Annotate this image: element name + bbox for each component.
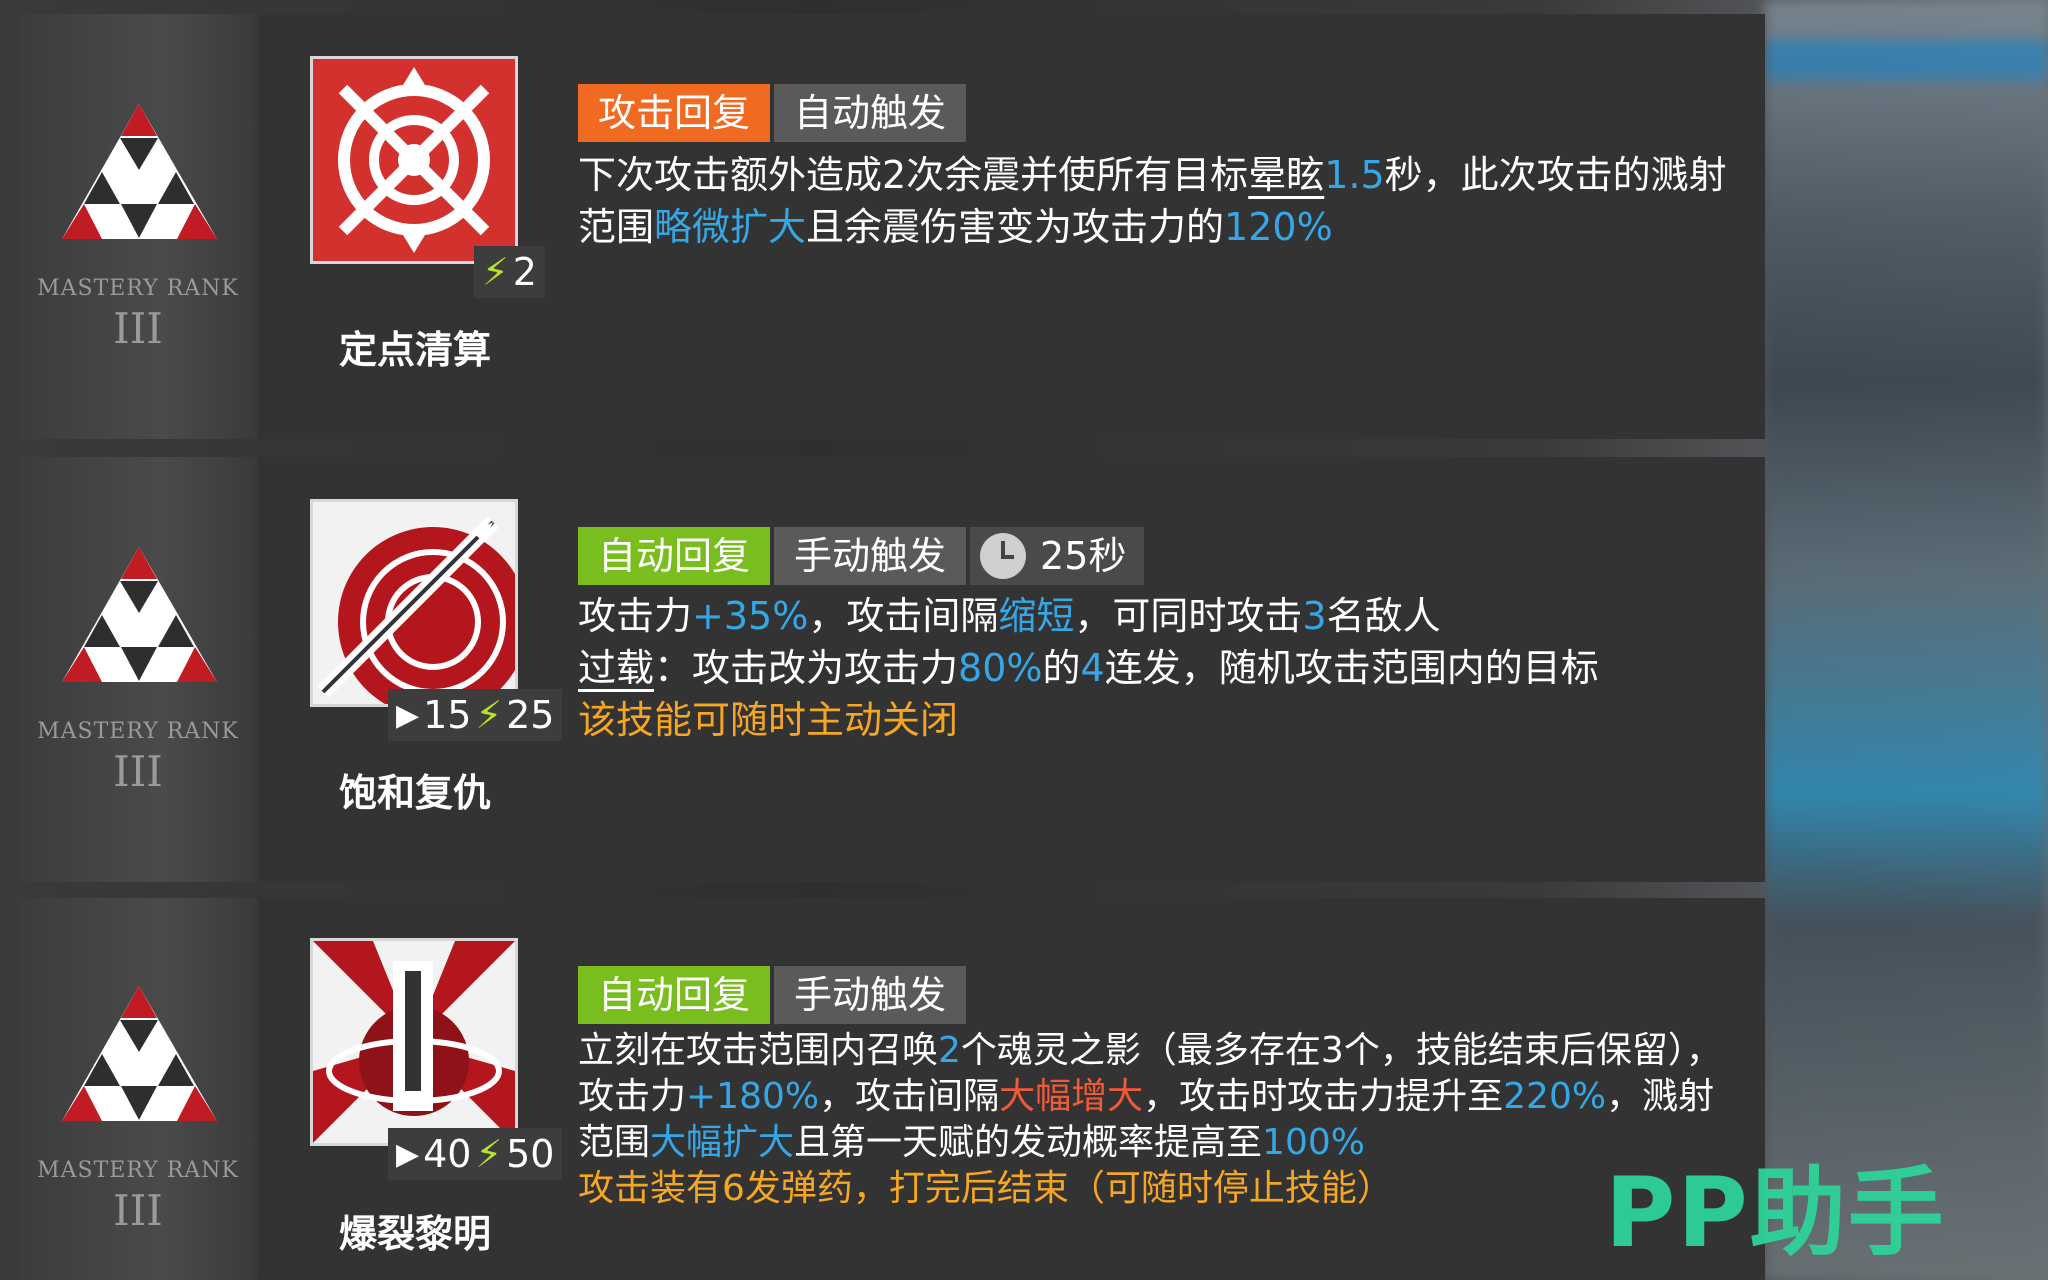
mastery-rank: III (113, 1186, 163, 1235)
sp-cost: 25 (506, 693, 555, 737)
initial-sp: 40 (423, 1132, 472, 1176)
skill-description: 攻击力+35%，攻击间隔缩短，可同时攻击3名敌人 过载：攻击改为攻击力80%的4… (578, 590, 1738, 746)
description-line: 过载：攻击改为攻击力80%的4连发，随机攻击范围内的目标 (578, 646, 1599, 690)
mastery-label: MASTERY RANK (37, 1158, 239, 1183)
recovery-type-tag: 自动回复 (578, 966, 771, 1024)
duration-tag: 25秒 (970, 527, 1145, 585)
burst-icon (313, 941, 515, 1143)
mastery-label: MASTERY RANK (37, 276, 239, 301)
trigger-type-tag: 手动触发 (774, 966, 967, 1024)
tag-group: 自动回复 手动触发 (578, 966, 967, 1024)
duration: 25秒 (1040, 534, 1127, 578)
skill-name: 饱和复仇 (338, 771, 491, 815)
skill-row[interactable]: MASTERY RANK III ▶ 15 ⚡ 25 饱和复仇 自动回复 手动触… (0, 457, 1765, 882)
trigger-type-tag: 自动触发 (774, 84, 967, 142)
bolt-icon: ⚡ (482, 250, 509, 294)
mastery-triangle-icon (62, 547, 217, 682)
skill-row[interactable]: MASTERY RANK III ⚡ 2 定点清算 攻击回复 自动触发 下次攻击… (0, 14, 1765, 439)
skill-page: MASTERY RANK III ⚡ 2 定点清算 攻击回复 自动触发 下次攻击… (0, 0, 2048, 1280)
skill-name: 定点清算 (338, 328, 491, 372)
skill-description: 立刻在攻击范围内召唤2个魂灵之影（最多存在3个，技能结束后保留），攻击力+180… (578, 1028, 1738, 1212)
clock-icon (980, 533, 1027, 579)
skill-icon-sword[interactable] (310, 499, 518, 707)
skill-note: 该技能可随时主动关闭 (578, 698, 959, 742)
sword-icon (313, 502, 515, 704)
skill-note: 攻击装有6发弹药，打完后结束（可随时停止技能） (578, 1168, 1393, 1209)
overload-keyword[interactable]: 过载 (578, 646, 654, 690)
recovery-type-tag: 自动回复 (578, 527, 771, 585)
sp-cost-badge: ⚡ 2 (474, 246, 545, 298)
play-icon: ▶ (396, 697, 420, 733)
mastery-triangle-icon (62, 986, 217, 1121)
mastery-rank: III (113, 747, 163, 796)
mastery-triangle-icon (62, 104, 217, 239)
description-line: 攻击力+35%，攻击间隔缩短，可同时攻击3名敌人 (578, 594, 1441, 638)
sp-badge: ▶ 15 ⚡ 25 (388, 689, 563, 741)
skill-description: 下次攻击额外造成2次余震并使所有目标晕眩1.5秒，此次攻击的溅射范围略微扩大且余… (578, 153, 1727, 249)
watermark: PP助手 (1605, 1157, 1946, 1269)
play-icon: ▶ (396, 1136, 420, 1172)
trigger-type-tag: 手动触发 (774, 527, 967, 585)
tag-group: 自动回复 手动触发 25秒 (578, 527, 1145, 585)
skill-row[interactable]: MASTERY RANK III ▶ 40 ⚡ 50 爆裂黎明 自动回复 手动触… (0, 898, 1765, 1280)
sp-cost: 2 (512, 250, 537, 294)
bolt-icon: ⚡ (475, 693, 503, 737)
mastery-label: MASTERY RANK (37, 719, 239, 744)
mastery-rank: III (113, 304, 163, 353)
sp-badge: ▶ 40 ⚡ 50 (388, 1128, 563, 1180)
background-blur (1765, 0, 2048, 1280)
skill-icon-burst[interactable] (310, 938, 518, 1146)
skill-icon-target[interactable] (310, 56, 518, 264)
sp-cost: 50 (506, 1132, 555, 1176)
bolt-icon: ⚡ (475, 1132, 503, 1176)
recovery-type-tag: 攻击回复 (578, 84, 771, 142)
initial-sp: 15 (423, 693, 472, 737)
skill-name: 爆裂黎明 (338, 1212, 491, 1256)
tag-group: 攻击回复 自动触发 (578, 84, 967, 142)
target-icon (313, 59, 515, 261)
